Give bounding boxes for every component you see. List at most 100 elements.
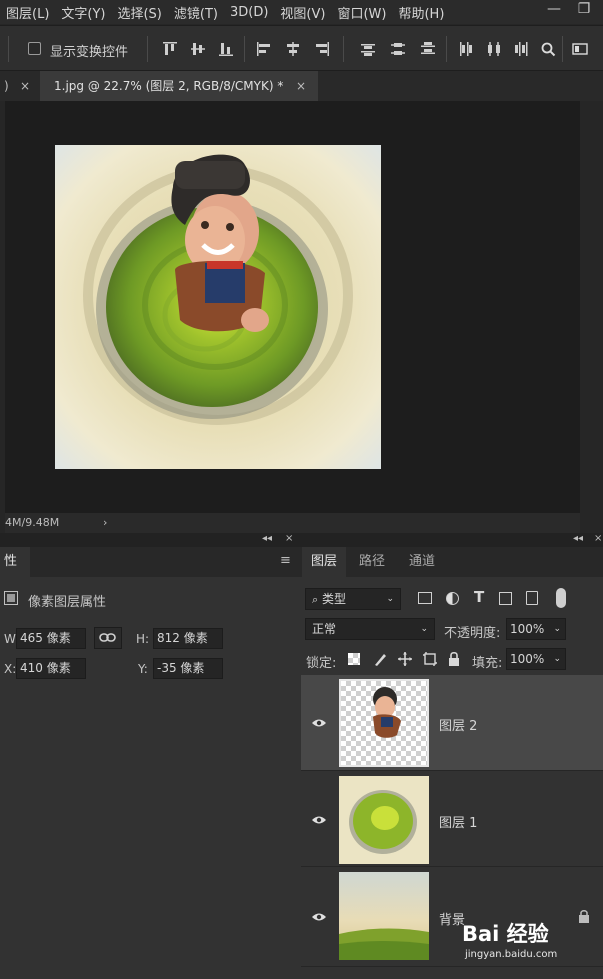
properties-header: 像素图层属性 [28, 595, 107, 610]
distribute-right-icon[interactable] [514, 41, 530, 57]
divider [147, 36, 148, 62]
lock-transparent-pixels-icon[interactable] [348, 653, 360, 665]
align-left-icon[interactable] [256, 41, 272, 57]
menu-view[interactable]: 视图(V) [274, 3, 331, 22]
opacity-field[interactable]: 100% ⌄ [506, 618, 566, 640]
tab-paths[interactable]: 路径 [352, 547, 392, 577]
panel-menu-icon[interactable]: ≡ [280, 553, 291, 568]
pixel-layer-icon [4, 591, 18, 605]
close-prev-tab-icon[interactable]: × [20, 71, 30, 101]
layer-name[interactable]: 图层 1 [439, 812, 477, 831]
layer-name[interactable]: 图层 2 [439, 715, 477, 734]
menu-window[interactable]: 窗口(W) [331, 3, 392, 22]
align-horizontal-center-icon[interactable] [285, 41, 301, 57]
tab-channels-label: 通道 [408, 554, 435, 569]
layer-row-layer-2[interactable]: 图层 2 [301, 675, 603, 771]
tab-channels[interactable]: 通道 [402, 547, 442, 577]
filter-toggle-switch[interactable] [556, 588, 566, 608]
close-properties-button[interactable]: × [285, 533, 293, 544]
status-menu-arrow[interactable]: › [103, 513, 107, 533]
width-field[interactable]: 465 像素 [16, 628, 86, 649]
distribute-vertical-center-icon[interactable] [390, 41, 406, 57]
height-field[interactable]: 812 像素 [153, 628, 223, 649]
active-tab-title: 1.jpg @ 22.7% (图层 2, RGB/8/CMYK) * [54, 79, 284, 93]
chevron-down-icon: ⌄ [553, 654, 561, 664]
layer-2-thumbnail [339, 679, 429, 767]
options-bar: 显示变换控件 [0, 25, 603, 71]
show-transform-controls-checkbox[interactable] [28, 42, 41, 55]
menu-type[interactable]: 文字(Y) [55, 3, 111, 22]
menu-3d[interactable]: 3D(D) [224, 5, 274, 20]
eye-icon[interactable] [311, 815, 327, 825]
menu-filter[interactable]: 滤镜(T) [168, 3, 224, 22]
fill-label: 填充: [472, 656, 503, 671]
align-right-icon[interactable] [314, 41, 330, 57]
tab-properties[interactable]: 性 [0, 547, 30, 577]
lock-icon[interactable] [578, 909, 590, 923]
align-bottom-icon[interactable] [218, 41, 234, 57]
divider [244, 36, 245, 62]
link-dimensions-button[interactable] [94, 627, 122, 649]
prev-document-tab[interactable]: ) [4, 71, 9, 101]
document-tab-bar: ) × 1.jpg @ 22.7% (图层 2, RGB/8/CMYK) * × [0, 71, 603, 101]
lock-position-icon[interactable] [397, 651, 413, 667]
lock-artboard-icon[interactable] [422, 651, 438, 667]
x-field[interactable]: 410 像素 [16, 658, 86, 679]
tab-layers-label: 图层 [310, 554, 337, 569]
collapse-properties-button[interactable]: ◂◂ [262, 533, 272, 544]
canvas-vertical-scrollbar[interactable] [580, 101, 598, 513]
x-label: X: [4, 662, 17, 676]
show-transform-controls-label: 显示变换控件 [50, 45, 129, 60]
collapse-layers-button[interactable]: ◂◂ [573, 533, 583, 544]
filter-shape-layers-icon[interactable] [499, 592, 512, 605]
search-icon: ⌕ [312, 593, 319, 606]
tab-properties-label: 性 [4, 554, 18, 569]
distribute-horizontal-center-icon[interactable] [486, 41, 502, 57]
distribute-top-icon[interactable] [360, 41, 376, 57]
layer-row-layer-1[interactable]: 图层 1 [301, 771, 603, 867]
y-field[interactable]: -35 像素 [153, 658, 223, 679]
layers-tab-bar: 图层 路径 通道 [300, 547, 603, 577]
distribute-left-icon[interactable] [458, 41, 474, 57]
filter-pixel-layers-icon[interactable] [418, 592, 432, 604]
blend-mode-dropdown[interactable]: 正常 ⌄ [305, 618, 435, 640]
menu-layer[interactable]: 图层(L) [0, 3, 55, 22]
minimize-button[interactable]: — [540, 0, 568, 20]
active-document-tab[interactable]: 1.jpg @ 22.7% (图层 2, RGB/8/CMYK) * [40, 71, 318, 101]
restore-button[interactable]: ❐ [570, 0, 598, 20]
align-vertical-center-icon[interactable] [190, 41, 206, 57]
properties-panel [0, 547, 300, 979]
workspace-icon[interactable] [572, 41, 588, 57]
close-active-tab-icon[interactable]: × [296, 71, 306, 101]
filter-type-layers-icon[interactable]: T [474, 588, 484, 606]
divider [343, 36, 344, 62]
chevron-down-icon: ⌄ [420, 624, 428, 634]
status-bar: 4M/9.48M › [5, 513, 580, 533]
menu-bar: 图层(L) 文字(Y) 选择(S) 滤镜(T) 3D(D) 视图(V) 窗口(W… [0, 0, 603, 24]
menu-select[interactable]: 选择(S) [111, 3, 167, 22]
height-label: H: [136, 632, 150, 646]
lock-image-pixels-icon[interactable] [372, 651, 388, 667]
layer-1-thumbnail [339, 776, 429, 864]
search-icon[interactable] [540, 41, 556, 57]
eye-icon[interactable] [311, 912, 327, 922]
layer-row-background[interactable]: 背景 [301, 867, 603, 967]
close-layers-button[interactable]: × [594, 533, 602, 544]
lock-all-icon[interactable] [447, 651, 461, 667]
watermark-url: jingyan.baidu.com [465, 949, 558, 960]
divider [562, 36, 563, 62]
fill-field[interactable]: 100% ⌄ [506, 648, 566, 670]
filter-adjustment-layers-icon[interactable] [446, 592, 459, 605]
eye-icon[interactable] [311, 718, 327, 728]
chevron-down-icon: ⌄ [553, 624, 561, 634]
lock-label: 锁定: [306, 656, 337, 671]
fill-value: 100% [510, 652, 545, 666]
document-canvas-image[interactable] [55, 145, 381, 469]
layer-filter-dropdown[interactable]: ⌕ 类型 ⌄ [305, 588, 401, 610]
blend-mode-value: 正常 [312, 622, 337, 636]
filter-smart-objects-icon[interactable] [526, 591, 538, 605]
align-top-icon[interactable] [162, 41, 178, 57]
distribute-bottom-icon[interactable] [420, 41, 436, 57]
menu-help[interactable]: 帮助(H) [392, 3, 450, 22]
tab-layers[interactable]: 图层 [302, 547, 346, 577]
